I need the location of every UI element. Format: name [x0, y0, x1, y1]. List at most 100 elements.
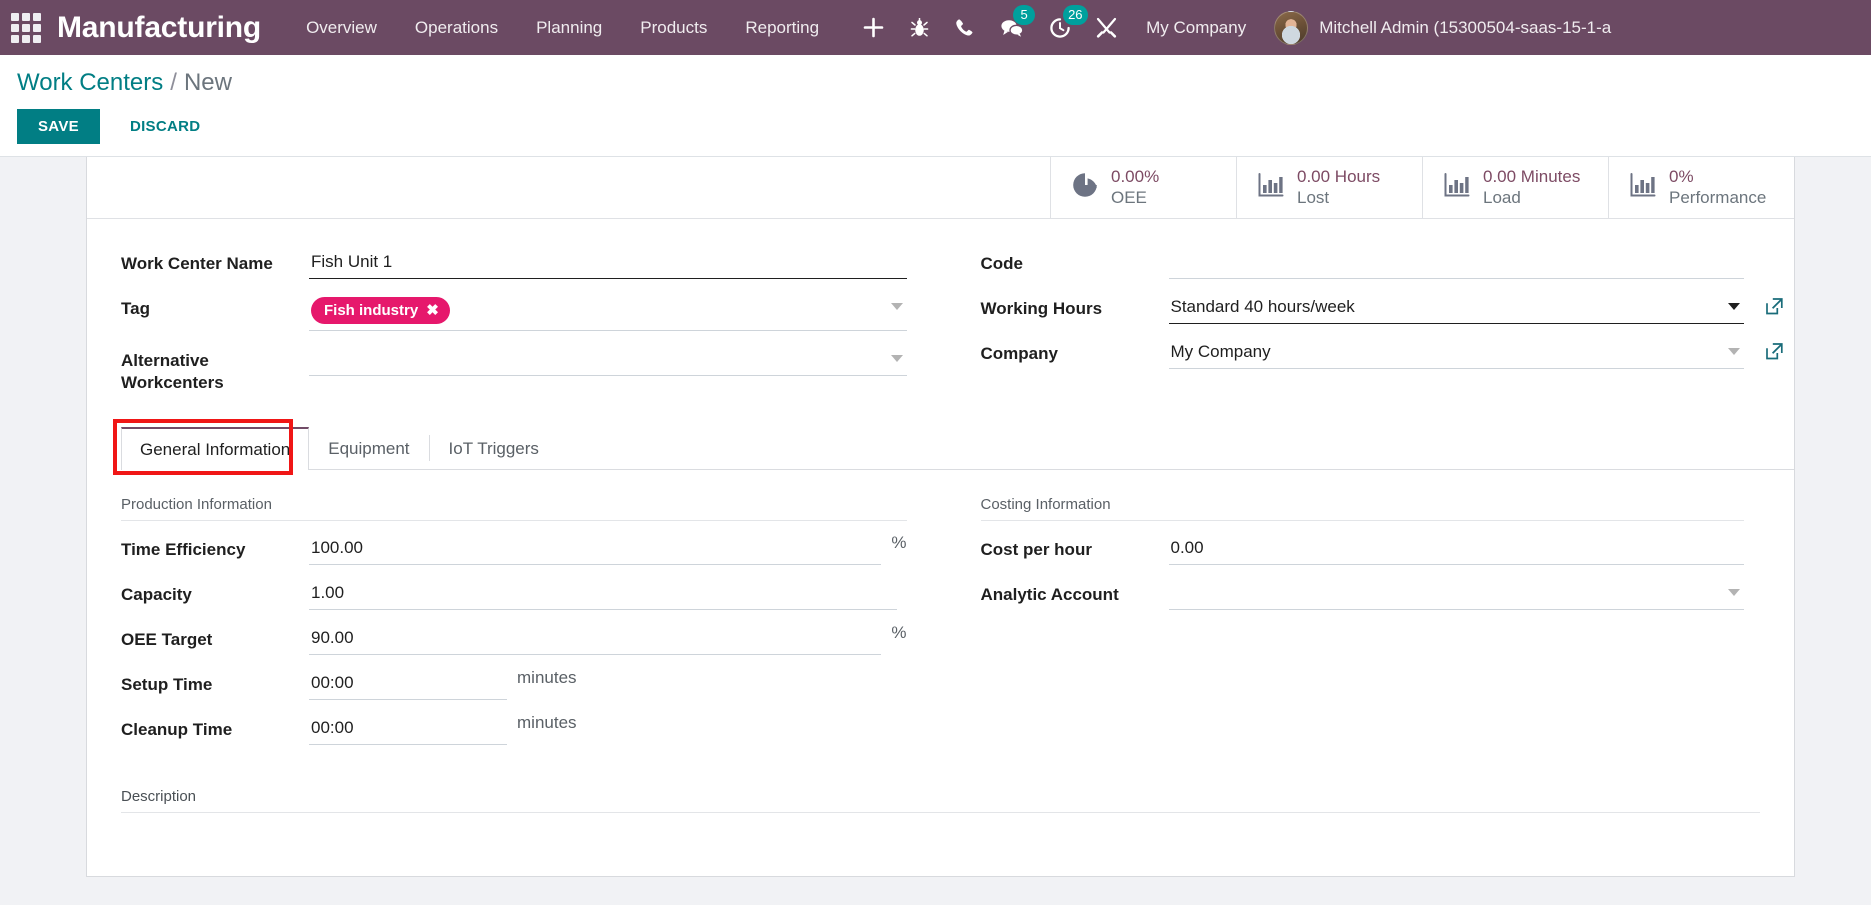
- label-setup-time: Setup Time: [121, 674, 213, 694]
- suffix-cleanup-time: minutes: [517, 712, 577, 732]
- production-information-title: Production Information: [121, 496, 907, 521]
- description-group: Description: [87, 758, 1794, 833]
- chat-icon[interactable]: 5: [987, 0, 1037, 55]
- company-switcher[interactable]: My Company: [1130, 0, 1262, 55]
- field-row-tag: Tag Fish industry ✖: [121, 292, 907, 331]
- label-oee-target: OEE Target: [121, 629, 213, 649]
- stat-label-performance: Performance: [1669, 187, 1767, 207]
- label-code: Code: [980, 254, 1024, 273]
- field-row-oee-target: OEE Target 90.00 %: [121, 623, 907, 655]
- control-panel: Work Centers / New SAVE DISCARD: [0, 55, 1871, 157]
- bar-chart-icon: [1443, 171, 1471, 204]
- cost-per-hour-input[interactable]: 0.00: [1168, 533, 1744, 565]
- bug-icon[interactable]: [897, 0, 942, 55]
- pie-chart-icon: [1071, 171, 1099, 204]
- field-row-setup-time: Setup Time 00:00 minutes: [121, 668, 907, 700]
- plus-icon[interactable]: [850, 0, 897, 55]
- chevron-down-icon[interactable]: [1728, 303, 1740, 310]
- chevron-down-icon[interactable]: [1728, 588, 1740, 596]
- field-row-analytic-account: Analytic Account: [980, 578, 1744, 610]
- company-input[interactable]: My Company: [1168, 337, 1744, 369]
- label-alternative-workcenters: Alternative Workcenters: [121, 351, 224, 392]
- tag-chip-fish-industry[interactable]: Fish industry ✖: [311, 297, 450, 324]
- stat-button-performance[interactable]: 0% Performance: [1608, 157, 1794, 218]
- breadcrumb-work-centers[interactable]: Work Centers: [17, 69, 163, 97]
- costing-information-title: Costing Information: [980, 496, 1744, 521]
- general-information-pane: Production Information Time Efficiency 1…: [87, 470, 1794, 758]
- field-row-work-center-name: Work Center Name Fish Unit 1: [121, 247, 907, 279]
- analytic-account-input[interactable]: [1168, 578, 1744, 610]
- work-center-name-input[interactable]: Fish Unit 1: [309, 247, 907, 279]
- chevron-down-icon[interactable]: [890, 303, 903, 310]
- chevron-down-icon[interactable]: [890, 355, 903, 362]
- time-efficiency-input[interactable]: 100.00: [309, 533, 882, 565]
- tag-remove-icon[interactable]: ✖: [426, 301, 439, 319]
- alternative-workcenters-input[interactable]: [309, 344, 907, 376]
- stat-button-box: 0.00% OEE 0.00 Hours Lost 0.00 Minutes L…: [87, 157, 1794, 219]
- label-work-center-name: Work Center Name: [121, 254, 273, 273]
- menu-item-overview[interactable]: Overview: [287, 0, 396, 55]
- oee-target-input[interactable]: 90.00: [309, 623, 882, 655]
- tab-general-information[interactable]: General Information: [121, 426, 310, 470]
- breadcrumb-separator: /: [170, 69, 177, 96]
- tab-iot-triggers[interactable]: IoT Triggers: [430, 427, 558, 470]
- working-hours-input[interactable]: Standard 40 hours/week: [1168, 292, 1744, 324]
- form-column-right: Code Working Hours Standard 40 hours/wee…: [941, 247, 1783, 407]
- code-input[interactable]: [1168, 247, 1744, 279]
- menu-item-operations[interactable]: Operations: [396, 0, 517, 55]
- external-link-icon[interactable]: [1765, 297, 1784, 321]
- suffix-capacity: [897, 578, 907, 610]
- label-time-efficiency: Time Efficiency: [121, 539, 246, 559]
- avatar: [1274, 10, 1309, 45]
- stat-value-performance: 0%: [1669, 167, 1694, 187]
- menu-item-reporting[interactable]: Reporting: [726, 0, 838, 55]
- discard-button[interactable]: DISCARD: [112, 109, 218, 144]
- notebook-tabs: General Information Equipment IoT Trigge…: [113, 418, 1794, 475]
- breadcrumb-current-record: New: [183, 69, 232, 96]
- label-cleanup-time: Cleanup Time: [121, 719, 233, 739]
- stat-value-oee: 0.00%: [1111, 167, 1160, 187]
- label-working-hours: Working Hours: [980, 299, 1103, 318]
- stat-button-oee[interactable]: 0.00% OEE: [1050, 157, 1236, 218]
- tag-chip-label: Fish industry: [324, 301, 419, 319]
- notebook: General Information Equipment IoT Trigge…: [87, 413, 1794, 475]
- tag-input[interactable]: Fish industry ✖: [309, 292, 907, 331]
- tab-equipment[interactable]: Equipment: [309, 427, 428, 470]
- field-row-cleanup-time: Cleanup Time 00:00 minutes: [121, 713, 907, 745]
- field-row-cost-per-hour: Cost per hour 0.00: [980, 533, 1744, 565]
- user-menu[interactable]: Mitchell Admin (15300504-saas-15-1-a: [1262, 0, 1621, 55]
- field-row-working-hours: Working Hours Standard 40 hours/week: [980, 292, 1783, 324]
- label-tag: Tag: [121, 299, 150, 318]
- menu-item-planning[interactable]: Planning: [517, 0, 621, 55]
- cleanup-time-input[interactable]: 00:00: [309, 713, 507, 745]
- label-cost-per-hour: Cost per hour: [980, 539, 1092, 559]
- capacity-input[interactable]: 1.00: [309, 578, 897, 610]
- page-body: 0.00% OEE 0.00 Hours Lost 0.00 Minutes L…: [0, 157, 1871, 877]
- app-brand-title[interactable]: Manufacturing: [57, 11, 261, 45]
- costing-information-group: Costing Information Cost per hour 0.00 A…: [941, 496, 1761, 758]
- suffix-oee-target: %: [891, 622, 907, 642]
- activity-clock-icon[interactable]: 26: [1037, 0, 1088, 55]
- phone-icon[interactable]: [942, 0, 987, 55]
- save-button[interactable]: SAVE: [17, 109, 100, 144]
- bar-chart-icon: [1257, 171, 1285, 204]
- stat-label-lost: Lost: [1297, 187, 1330, 207]
- stat-value-load: 0.00 Minutes: [1483, 167, 1581, 187]
- external-link-icon[interactable]: [1765, 342, 1784, 366]
- stat-button-lost[interactable]: 0.00 Hours Lost: [1236, 157, 1422, 218]
- tools-icon[interactable]: [1083, 0, 1130, 55]
- setup-time-input[interactable]: 00:00: [309, 668, 507, 700]
- navbar-systray: 5 26 My Company Mitchell Admin (15300504…: [850, 0, 1621, 55]
- form-column-left: Work Center Name Fish Unit 1 Tag Fish in…: [121, 247, 941, 407]
- field-row-alternative-workcenters: Alternative Workcenters: [121, 344, 907, 394]
- label-company: Company: [980, 344, 1058, 363]
- apps-grid-icon[interactable]: [9, 11, 43, 45]
- label-capacity: Capacity: [121, 584, 192, 604]
- label-analytic-account: Analytic Account: [980, 584, 1119, 604]
- chevron-down-icon[interactable]: [1728, 348, 1740, 355]
- user-name-label: Mitchell Admin (15300504-saas-15-1-a: [1319, 17, 1612, 37]
- form-field-grid: Work Center Name Fish Unit 1 Tag Fish in…: [87, 219, 1794, 413]
- menu-item-products[interactable]: Products: [621, 0, 726, 55]
- stat-value-lost: 0.00 Hours: [1297, 167, 1381, 187]
- stat-button-load[interactable]: 0.00 Minutes Load: [1422, 157, 1608, 218]
